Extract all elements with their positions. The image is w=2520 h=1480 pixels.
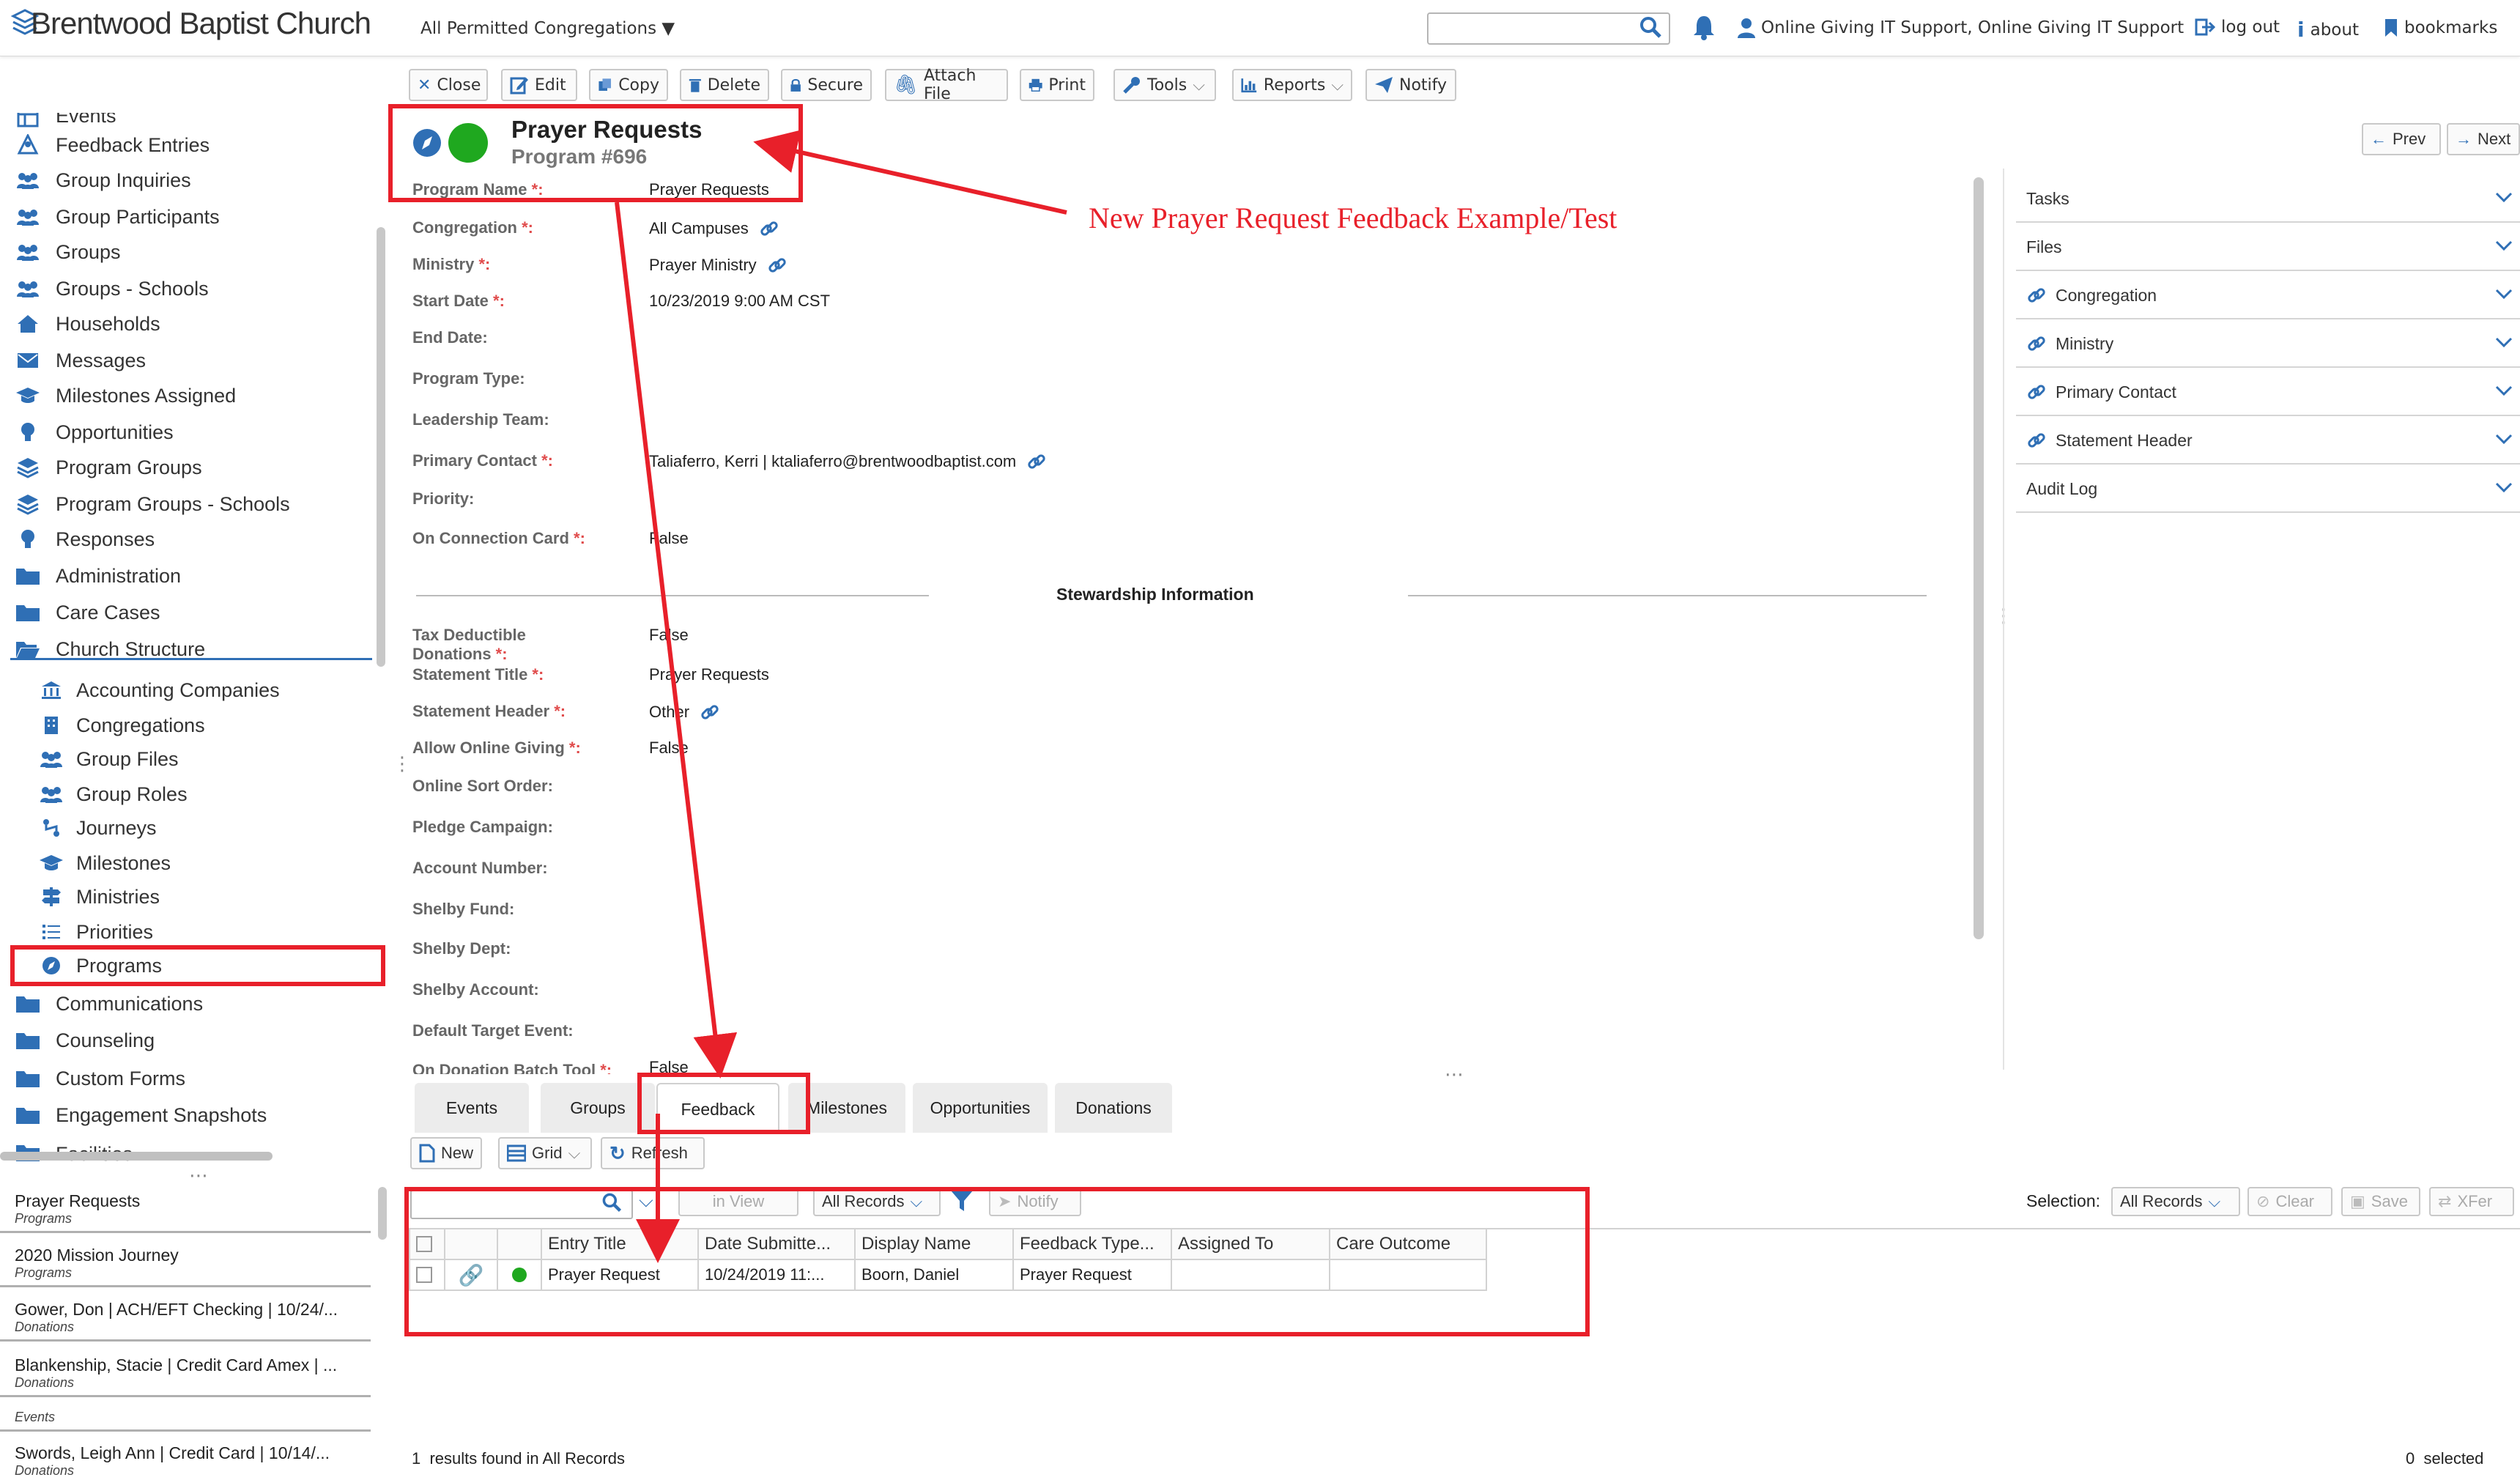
annotation-arrow-header [753,130,1067,215]
annotation-arrow-feedback-tab [615,201,738,1078]
annotation-arrows [615,130,1067,1263]
